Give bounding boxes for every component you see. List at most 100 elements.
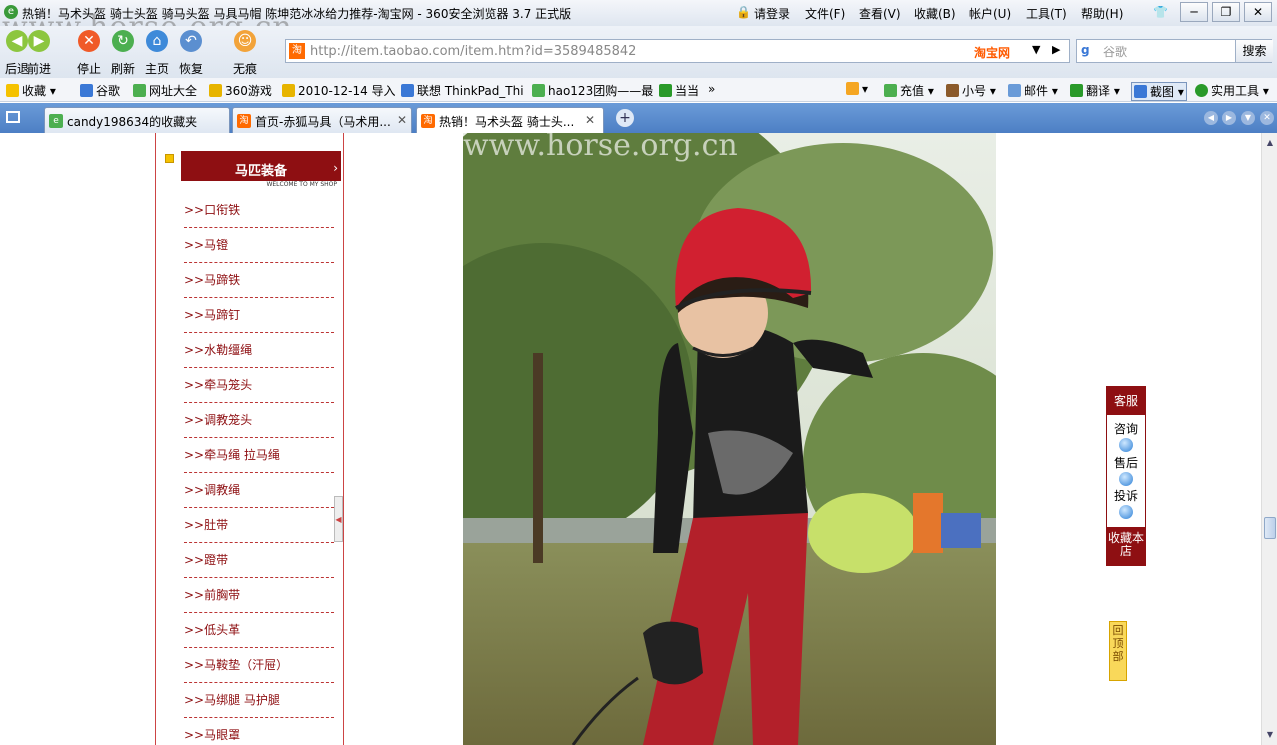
category-item[interactable]: >>前胸带 xyxy=(184,578,334,613)
bookmark-recharge[interactable]: 充值 ▾ xyxy=(884,82,934,99)
scroll-thumb[interactable] xyxy=(1264,517,1276,539)
category-item-label: 马镫 xyxy=(204,238,229,252)
search-button[interactable]: 搜索 xyxy=(1235,40,1273,62)
category-item[interactable]: >>牵马笼头 xyxy=(184,368,334,403)
go-arrow-icon[interactable]: ▶ xyxy=(1052,43,1060,56)
category-item[interactable]: >>蹬带 xyxy=(184,543,334,578)
refresh-icon: ↻ xyxy=(112,30,134,52)
page-content: 马匹装备 › WELCOME TO MY SHOP >>口衔铁 >>马镫 >>马蹄铁… xyxy=(0,133,1277,745)
menu-file[interactable]: 文件(F) xyxy=(805,5,845,22)
tab-favorites[interactable]: e candy198634的收藏夹 xyxy=(44,107,230,133)
menu-help[interactable]: 帮助(H) xyxy=(1081,5,1123,22)
search-box[interactable]: g 谷歌 搜索 xyxy=(1076,39,1273,63)
bookmark-360game[interactable]: 360游戏 xyxy=(209,82,272,99)
stop-button[interactable]: ✕ 停止 xyxy=(72,30,106,77)
tab-close-icon[interactable]: ✕ xyxy=(585,113,595,127)
folder-icon xyxy=(282,84,295,97)
category-item[interactable]: >>调教绳 xyxy=(184,473,334,508)
plus-icon xyxy=(1195,84,1208,97)
taobao-favicon-icon: 淘 xyxy=(289,43,305,59)
lock-icon: 🔒 xyxy=(736,5,751,19)
chat-bubble-icon[interactable] xyxy=(1119,438,1133,452)
bookmark-thinkpad[interactable]: 联想 ThinkPad_Thi xyxy=(401,82,524,99)
category-item[interactable]: >>低头革 xyxy=(184,613,334,648)
category-item[interactable]: >>马蹄钉 xyxy=(184,298,334,333)
bookmark-alt-account[interactable]: 小号 ▾ xyxy=(946,82,996,99)
category-item[interactable]: >>牵马绳 拉马绳 xyxy=(184,438,334,473)
new-tab-button[interactable]: + xyxy=(616,109,634,127)
bookmark-mail[interactable]: 邮件 ▾ xyxy=(1008,82,1058,99)
menu-login[interactable]: 请登录 xyxy=(754,5,790,22)
skin-icon[interactable]: 👕 xyxy=(1153,5,1168,19)
tab-list-icon[interactable]: ▼ xyxy=(1241,111,1255,125)
bookmark-translate[interactable]: 翻译 ▾ xyxy=(1070,82,1120,99)
chat-bubble-icon[interactable] xyxy=(1119,472,1133,486)
sidebar-collapse-handle[interactable]: ◀ xyxy=(334,496,343,542)
favorite-shop-button[interactable]: 收藏本店 xyxy=(1107,527,1145,565)
maximize-button[interactable]: ❐ xyxy=(1212,2,1240,22)
sidebar-toggle-icon[interactable] xyxy=(6,111,20,123)
category-item-prefix: >> xyxy=(184,448,205,462)
bookmark-favorites[interactable]: 收藏 ▾ xyxy=(6,82,56,99)
menu-view[interactable]: 查看(V) xyxy=(859,5,901,22)
category-item[interactable]: >>马眼罩 xyxy=(184,718,334,745)
category-item-prefix: >> xyxy=(184,378,205,392)
search-placeholder[interactable]: 谷歌 xyxy=(1103,43,1127,60)
forward-button[interactable]: ▶ 前进 xyxy=(22,30,56,77)
bookmark-screenshot[interactable]: 截图 ▾ xyxy=(1131,82,1187,101)
menu-tools[interactable]: 工具(T) xyxy=(1026,5,1067,22)
address-dropdown-icon[interactable]: ▼ xyxy=(1032,43,1040,56)
category-item[interactable]: >>马鞍垫（汗屉） xyxy=(184,648,334,683)
app-grid-icon xyxy=(846,82,859,95)
bookmark-google[interactable]: 谷歌 xyxy=(80,82,120,99)
category-header[interactable]: 马匹装备 › WELCOME TO MY SHOP xyxy=(181,151,341,189)
tab-close-icon[interactable]: ✕ xyxy=(397,113,407,127)
tab-close-all-icon[interactable]: ✕ xyxy=(1260,111,1274,125)
app-icon[interactable]: ▾ xyxy=(846,82,868,96)
bookmark-label: 谷歌 xyxy=(96,84,121,98)
category-item-prefix: >> xyxy=(184,518,205,532)
bookmark-nav[interactable]: 网址大全 xyxy=(133,82,197,99)
category-item[interactable]: >>马绑腿 马护腿 xyxy=(184,683,334,718)
bookmark-hao123[interactable]: hao123团购——最 xyxy=(532,82,653,99)
scroll-down-icon[interactable]: ▼ xyxy=(1264,729,1276,741)
bookmark-import[interactable]: 2010-12-14 导入 xyxy=(282,82,396,99)
product-photo-svg: www.horse.org.cn xyxy=(463,133,996,745)
google-search-icon[interactable]: g xyxy=(1081,43,1090,57)
address-url[interactable]: http://item.taobao.com/item.htm?id=35894… xyxy=(310,44,636,59)
chevron-right-icon: › xyxy=(333,161,338,175)
category-item-label: 牵马绳 拉马绳 xyxy=(204,448,280,462)
address-bar[interactable]: 淘 http://item.taobao.com/item.htm?id=358… xyxy=(285,39,1070,63)
refresh-button[interactable]: ↻ 刷新 xyxy=(106,30,140,77)
menu-favorites[interactable]: 收藏(B) xyxy=(914,5,956,22)
category-item-prefix: >> xyxy=(184,553,205,567)
scroll-up-icon[interactable]: ▲ xyxy=(1264,137,1276,149)
home-button[interactable]: ⌂ 主页 xyxy=(140,30,174,77)
service-aftersale[interactable]: 售后 xyxy=(1107,454,1145,471)
category-item[interactable]: >>马镫 xyxy=(184,228,334,263)
category-item[interactable]: >>调教笼头 xyxy=(184,403,334,438)
bookmark-dangdang[interactable]: 当当 xyxy=(659,82,699,99)
menu-account[interactable]: 帐户(U) xyxy=(969,5,1011,22)
category-item[interactable]: >>口衔铁 xyxy=(184,193,334,228)
category-item-prefix: >> xyxy=(184,658,205,672)
bookmarks-more-icon[interactable]: » xyxy=(708,82,715,96)
back-to-top-button[interactable]: 回顶部 xyxy=(1109,621,1127,681)
category-item[interactable]: >>马蹄铁 xyxy=(184,263,334,298)
tab-current[interactable]: 淘 热销！马术头盔 骑士头... ✕ xyxy=(416,107,604,133)
tab-scroll-right-icon[interactable]: ▶ xyxy=(1222,111,1236,125)
service-consult[interactable]: 咨询 xyxy=(1107,420,1145,437)
minimize-button[interactable]: ─ xyxy=(1180,2,1208,22)
vertical-scrollbar[interactable]: ▲ ▼ xyxy=(1261,133,1277,745)
category-item-label: 调教绳 xyxy=(204,483,241,497)
bookmark-utilities[interactable]: 实用工具 ▾ xyxy=(1195,82,1269,99)
tab-scroll-left-icon[interactable]: ◀ xyxy=(1204,111,1218,125)
category-item[interactable]: >>水勒缰绳 xyxy=(184,333,334,368)
close-window-button[interactable]: ✕ xyxy=(1244,2,1272,22)
incognito-button[interactable]: ☺ 无痕 xyxy=(228,30,262,77)
service-complaint[interactable]: 投诉 xyxy=(1107,487,1145,504)
tab-shop-home[interactable]: 淘 首页-赤狐马具（马术用... ✕ xyxy=(232,107,412,133)
category-item[interactable]: >>肚带 xyxy=(184,508,334,543)
restore-button[interactable]: ↶ 恢复 xyxy=(174,30,208,77)
chat-bubble-icon[interactable] xyxy=(1119,505,1133,519)
